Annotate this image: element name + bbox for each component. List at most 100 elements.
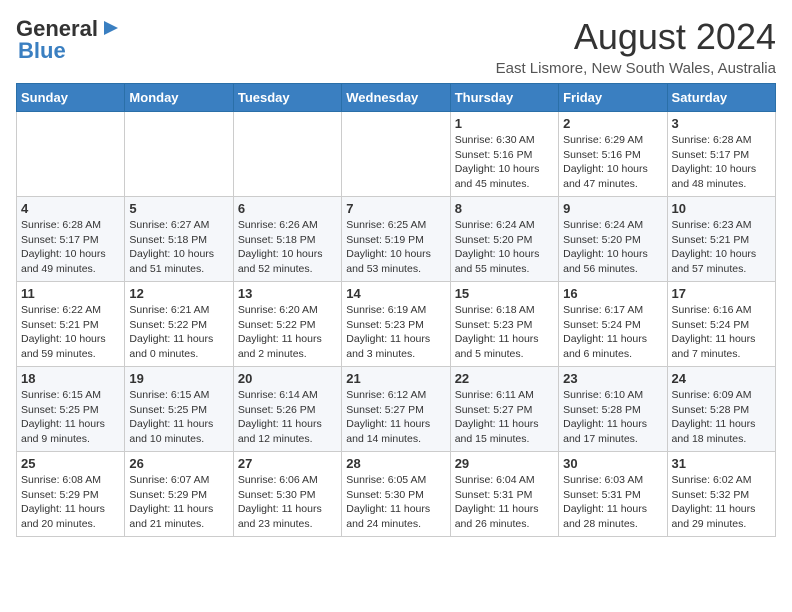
calendar-cell: 31 Sunrise: 6:02 AM Sunset: 5:32 PM Dayli… [667, 452, 775, 537]
day-number: 27 [238, 456, 337, 471]
day-info: Sunrise: 6:28 AM Sunset: 5:17 PM Dayligh… [672, 133, 771, 192]
location-title: East Lismore, New South Wales, Australia [496, 60, 776, 77]
day-number: 18 [21, 371, 120, 386]
day-info: Sunrise: 6:26 AM Sunset: 5:18 PM Dayligh… [238, 218, 337, 277]
day-number: 12 [129, 286, 228, 301]
calendar-cell: 26 Sunrise: 6:07 AM Sunset: 5:29 PM Dayli… [125, 452, 233, 537]
day-number: 10 [672, 201, 771, 216]
day-number: 22 [455, 371, 554, 386]
day-number: 11 [21, 286, 120, 301]
calendar-cell: 24Sunrise: 6:09 AM Sunset: 5:28 PM Dayli… [667, 367, 775, 452]
weekday-header: Tuesday [233, 84, 341, 112]
day-number: 4 [21, 201, 120, 216]
day-number: 3 [672, 116, 771, 131]
calendar-cell: 18 Sunrise: 6:15 AM Sunset: 5:25 PM Dayli… [17, 367, 125, 452]
calendar-cell [125, 112, 233, 197]
calendar-cell: 22Sunrise: 6:11 AM Sunset: 5:27 PM Dayli… [450, 367, 558, 452]
calendar-cell: 14 Sunrise: 6:19 AM Sunset: 5:23 PM Dayli… [342, 282, 450, 367]
calendar-cell: 5 Sunrise: 6:27 AM Sunset: 5:18 PM Daylig… [125, 197, 233, 282]
calendar-cell [17, 112, 125, 197]
title-area: August 2024 East Lismore, New South Wale… [496, 16, 776, 77]
day-number: 29 [455, 456, 554, 471]
day-info: Sunrise: 6:21 AM Sunset: 5:22 PM Dayligh… [129, 303, 228, 362]
weekday-header: Friday [559, 84, 667, 112]
day-info: Sunrise: 6:07 AM Sunset: 5:29 PM Dayligh… [129, 473, 228, 532]
calendar-cell: 17 Sunrise: 6:16 AM Sunset: 5:24 PM Dayli… [667, 282, 775, 367]
day-info: Sunrise: 6:12 AM Sunset: 5:27 PM Dayligh… [346, 388, 445, 447]
day-number: 5 [129, 201, 228, 216]
day-info: Sunrise: 6:27 AM Sunset: 5:18 PM Dayligh… [129, 218, 228, 277]
day-info: Sunrise: 6:17 AM Sunset: 5:24 PM Dayligh… [563, 303, 662, 362]
day-info: Sunrise: 6:24 AM Sunset: 5:20 PM Dayligh… [455, 218, 554, 277]
day-info: Sunrise: 6:30 AM Sunset: 5:16 PM Dayligh… [455, 133, 554, 192]
day-info: Sunrise: 6:02 AM Sunset: 5:32 PM Dayligh… [672, 473, 771, 532]
day-number: 26 [129, 456, 228, 471]
weekday-header: Sunday [17, 84, 125, 112]
day-info: Sunrise: 6:29 AM Sunset: 5:16 PM Dayligh… [563, 133, 662, 192]
day-info: Sunrise: 6:14 AM Sunset: 5:26 PM Dayligh… [238, 388, 337, 447]
calendar-cell: 29 Sunrise: 6:04 AM Sunset: 5:31 PM Dayli… [450, 452, 558, 537]
calendar-table: SundayMondayTuesdayWednesdayThursdayFrid… [16, 83, 776, 537]
day-number: 9 [563, 201, 662, 216]
weekday-header: Thursday [450, 84, 558, 112]
day-number: 24 [672, 371, 771, 386]
day-number: 15 [455, 286, 554, 301]
calendar-cell: 9 Sunrise: 6:24 AM Sunset: 5:20 PM Daylig… [559, 197, 667, 282]
calendar-cell: 10 Sunrise: 6:23 AM Sunset: 5:21 PM Dayli… [667, 197, 775, 282]
calendar-week-row: 4 Sunrise: 6:28 AM Sunset: 5:17 PM Daylig… [17, 197, 776, 282]
day-number: 21 [346, 371, 445, 386]
calendar-week-row: 1 Sunrise: 6:30 AM Sunset: 5:16 PM Daylig… [17, 112, 776, 197]
calendar-cell: 12 Sunrise: 6:21 AM Sunset: 5:22 PM Dayli… [125, 282, 233, 367]
day-info: Sunrise: 6:10 AM Sunset: 5:28 PM Dayligh… [563, 388, 662, 447]
day-info: Sunrise: 6:03 AM Sunset: 5:31 PM Dayligh… [563, 473, 662, 532]
calendar-body: 1 Sunrise: 6:30 AM Sunset: 5:16 PM Daylig… [17, 112, 776, 537]
calendar-cell: 28 Sunrise: 6:05 AM Sunset: 5:30 PM Dayli… [342, 452, 450, 537]
day-info: Sunrise: 6:18 AM Sunset: 5:23 PM Dayligh… [455, 303, 554, 362]
month-title: August 2024 [496, 16, 776, 58]
logo-blue: Blue [18, 38, 66, 63]
day-info: Sunrise: 6:16 AM Sunset: 5:24 PM Dayligh… [672, 303, 771, 362]
day-number: 20 [238, 371, 337, 386]
logo: General Blue [16, 16, 122, 64]
day-info: Sunrise: 6:15 AM Sunset: 5:25 PM Dayligh… [21, 388, 120, 447]
calendar-cell: 21 Sunrise: 6:12 AM Sunset: 5:27 PM Dayli… [342, 367, 450, 452]
calendar-cell: 8Sunrise: 6:24 AM Sunset: 5:20 PM Daylig… [450, 197, 558, 282]
calendar-cell: 3 Sunrise: 6:28 AM Sunset: 5:17 PM Daylig… [667, 112, 775, 197]
calendar-week-row: 25Sunrise: 6:08 AM Sunset: 5:29 PM Dayli… [17, 452, 776, 537]
day-number: 1 [455, 116, 554, 131]
calendar-cell: 7 Sunrise: 6:25 AM Sunset: 5:19 PM Daylig… [342, 197, 450, 282]
day-info: Sunrise: 6:23 AM Sunset: 5:21 PM Dayligh… [672, 218, 771, 277]
logo-icon [100, 17, 122, 39]
calendar-cell: 16 Sunrise: 6:17 AM Sunset: 5:24 PM Dayli… [559, 282, 667, 367]
day-info: Sunrise: 6:20 AM Sunset: 5:22 PM Dayligh… [238, 303, 337, 362]
calendar-cell [233, 112, 341, 197]
day-info: Sunrise: 6:28 AM Sunset: 5:17 PM Dayligh… [21, 218, 120, 277]
day-info: Sunrise: 6:25 AM Sunset: 5:19 PM Dayligh… [346, 218, 445, 277]
day-info: Sunrise: 6:24 AM Sunset: 5:20 PM Dayligh… [563, 218, 662, 277]
day-number: 23 [563, 371, 662, 386]
day-number: 6 [238, 201, 337, 216]
day-number: 28 [346, 456, 445, 471]
day-number: 31 [672, 456, 771, 471]
day-number: 17 [672, 286, 771, 301]
day-info: Sunrise: 6:19 AM Sunset: 5:23 PM Dayligh… [346, 303, 445, 362]
calendar-cell: 30 Sunrise: 6:03 AM Sunset: 5:31 PM Dayli… [559, 452, 667, 537]
calendar-cell [342, 112, 450, 197]
day-info: Sunrise: 6:04 AM Sunset: 5:31 PM Dayligh… [455, 473, 554, 532]
day-number: 14 [346, 286, 445, 301]
calendar-cell: 15 Sunrise: 6:18 AM Sunset: 5:23 PM Dayli… [450, 282, 558, 367]
day-info: Sunrise: 6:15 AM Sunset: 5:25 PM Dayligh… [129, 388, 228, 447]
weekday-header: Wednesday [342, 84, 450, 112]
page-header: General Blue August 2024 East Lismore, N… [16, 16, 776, 77]
day-number: 7 [346, 201, 445, 216]
calendar-week-row: 11Sunrise: 6:22 AM Sunset: 5:21 PM Dayli… [17, 282, 776, 367]
day-number: 19 [129, 371, 228, 386]
calendar-cell: 27Sunrise: 6:06 AM Sunset: 5:30 PM Dayli… [233, 452, 341, 537]
day-number: 13 [238, 286, 337, 301]
weekday-header: Saturday [667, 84, 775, 112]
calendar-cell: 25Sunrise: 6:08 AM Sunset: 5:29 PM Dayli… [17, 452, 125, 537]
day-number: 16 [563, 286, 662, 301]
day-number: 30 [563, 456, 662, 471]
day-info: Sunrise: 6:05 AM Sunset: 5:30 PM Dayligh… [346, 473, 445, 532]
calendar-cell: 20 Sunrise: 6:14 AM Sunset: 5:26 PM Dayli… [233, 367, 341, 452]
